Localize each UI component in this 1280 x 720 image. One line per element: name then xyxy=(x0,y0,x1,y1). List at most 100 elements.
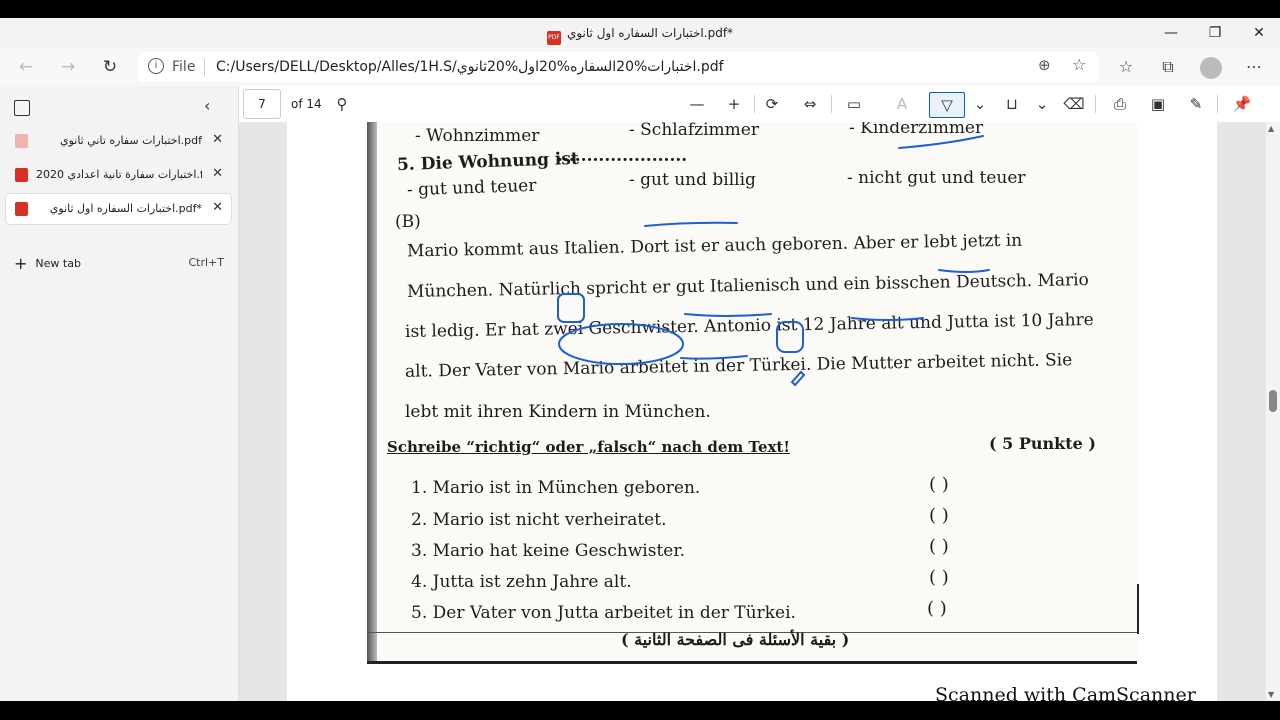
paragraph-line: ist ledig. Er hat zwei Geschwister. Anto… xyxy=(404,309,1094,343)
option-text: - Schlafzimmer xyxy=(629,122,759,140)
eraser-icon[interactable]: ⌫ xyxy=(1061,92,1087,116)
scroll-down-arrow[interactable]: ▼ xyxy=(1268,690,1274,699)
add-favorite-icon[interactable]: ☆ xyxy=(1072,55,1086,74)
section-label: (B) xyxy=(395,212,421,232)
draw-tool-icon[interactable]: ▽ xyxy=(929,92,965,118)
back-button[interactable]: ← xyxy=(12,56,40,78)
answer-blank: ( ) xyxy=(929,567,949,588)
pdf-toolbar: 7 of 14 ⚲ — + ⟳ ⇔ ▭ A ▽ ⌄ ⊔ ⌄ ⌫ ⎙ ▣ ✎ 📌 xyxy=(239,86,1280,123)
question-item: 4. Jutta ist zehn Jahre alt. xyxy=(411,572,632,592)
collapse-pane-icon[interactable]: ‹ xyxy=(204,96,210,115)
address-bar-row: ← → ↻ i File C:/Users/DELL/Desktop/Alles… xyxy=(0,48,1280,86)
close-tab-icon[interactable]: ✕ xyxy=(212,132,223,147)
tab-label: اختبارات سفارة تانية اعدادي 2020.f* xyxy=(36,168,202,181)
divider xyxy=(1217,95,1218,113)
option-text: - gut und teuer xyxy=(406,175,537,201)
pdf-file-icon xyxy=(15,168,28,182)
pdf-file-icon: PDF xyxy=(546,31,561,45)
restore-button[interactable]: ❐ xyxy=(1192,22,1238,44)
question-item: 1. Mario ist in München geboren. xyxy=(411,478,701,498)
plus-icon: + xyxy=(14,254,28,273)
tab-label: اختبارات السفاره اول ثانوي.pdf* xyxy=(49,202,202,215)
question-item: 2. Mario ist nicht verheiratet. xyxy=(411,510,667,530)
answer-blank: ( ) xyxy=(929,474,949,495)
answer-blank: ( ) xyxy=(927,598,947,619)
scrollbar-thumb[interactable] xyxy=(1269,390,1277,412)
highlight-tool-icon[interactable]: ⊔ xyxy=(999,92,1025,116)
border-line xyxy=(367,661,1137,664)
page-number-input[interactable]: 7 xyxy=(243,89,281,119)
divider xyxy=(831,95,832,113)
fit-width-icon[interactable]: ⇔ xyxy=(797,92,823,116)
paragraph-line: lebt mit ihren Kindern in München. xyxy=(405,402,711,422)
minimize-button[interactable]: — xyxy=(1148,22,1194,44)
more-menu-icon[interactable]: ⋯ xyxy=(1240,55,1268,79)
zoom-in-icon[interactable]: + xyxy=(721,92,747,116)
new-tab-label: New tab xyxy=(35,257,81,270)
file-scheme-label: File xyxy=(172,59,196,75)
divider xyxy=(204,59,205,76)
page-count: of 14 xyxy=(291,97,322,111)
paragraph-line: München. Natürlich spricht er gut Italie… xyxy=(406,270,1090,302)
paragraph-line: alt. Der Vater von Mario arbeitet in der… xyxy=(404,350,1073,382)
divider xyxy=(1095,95,1096,113)
question-item: 5. Der Vater von Jutta arbeitet in der T… xyxy=(411,603,796,623)
question-label: 5. Die Wohnung ist xyxy=(396,148,580,176)
window-title-text: اختبارات السفاره اول ثانوي.pdf* xyxy=(566,26,734,40)
pin-toolbar-icon[interactable]: 📌 xyxy=(1229,92,1255,116)
vertical-scrollbar[interactable]: ▲ ▼ xyxy=(1266,122,1280,701)
answer-blank: ( ) xyxy=(929,536,949,557)
tab-item[interactable]: اختبارات سفارة تانية اعدادي 2020.f* ✕ xyxy=(6,160,231,190)
collections-icon[interactable]: ⧉ xyxy=(1154,55,1182,79)
pdf-page: - Wohnzimmer - Schlafzimmer - Kinderzimm… xyxy=(287,122,1217,701)
answer-blank: ( ) xyxy=(929,505,949,526)
vertical-tabs-sidebar: ‹ اختبارات سفاره تاني ثانوي.pdf ✕ اختبار… xyxy=(0,86,239,701)
option-text: - gut und billig xyxy=(629,170,756,190)
highlight-options-chevron-icon[interactable]: ⌄ xyxy=(1029,92,1055,116)
task-points: ( 5 Punkte ) xyxy=(989,434,1096,453)
favorites-icon[interactable]: ☆ xyxy=(1112,55,1140,79)
forward-button[interactable]: → xyxy=(54,56,82,78)
pdf-file-icon xyxy=(15,134,28,148)
border-line xyxy=(1137,584,1139,634)
new-tab-button[interactable]: + New tab Ctrl+T xyxy=(14,254,224,273)
tab-item[interactable]: اختبارات سفاره تاني ثانوي.pdf ✕ xyxy=(6,126,231,156)
address-bar[interactable]: i File C:/Users/DELL/Desktop/Alles/1H.S/… xyxy=(138,52,1098,82)
option-text: - Wohnzimmer xyxy=(415,126,540,146)
read-aloud-icon[interactable]: A xyxy=(889,92,915,116)
profile-avatar[interactable] xyxy=(1200,57,1222,79)
close-tab-icon[interactable]: ✕ xyxy=(212,166,223,181)
rotate-icon[interactable]: ⟳ xyxy=(759,92,785,116)
close-window-button[interactable]: ✕ xyxy=(1236,22,1280,44)
search-icon[interactable]: ⚲ xyxy=(329,92,355,116)
task-heading: Schreibe “richtig“ oder „falsch“ nach de… xyxy=(387,438,790,456)
save-as-icon[interactable]: ✎ xyxy=(1183,92,1209,116)
new-tab-shortcut: Ctrl+T xyxy=(188,256,224,269)
scroll-up-arrow[interactable]: ▲ xyxy=(1268,124,1274,133)
print-icon[interactable]: ⎙ xyxy=(1107,92,1133,116)
zoom-icon[interactable]: ⊕ xyxy=(1038,56,1051,74)
zoom-out-icon[interactable]: — xyxy=(684,92,710,116)
save-icon[interactable]: ▣ xyxy=(1145,92,1171,116)
tab-item-active[interactable]: اختبارات السفاره اول ثانوي.pdf* ✕ xyxy=(6,194,231,224)
scanned-sheet: - Wohnzimmer - Schlafzimmer - Kinderzimm… xyxy=(367,122,1139,664)
tab-label: اختبارات سفاره تاني ثانوي.pdf xyxy=(59,134,202,147)
pdf-file-icon xyxy=(15,202,28,216)
option-text: - Kinderzimmer xyxy=(849,122,984,138)
question-item: 3. Mario hat keine Geschwister. xyxy=(411,541,686,561)
info-icon[interactable]: i xyxy=(148,58,164,74)
draw-options-chevron-icon[interactable]: ⌄ xyxy=(967,92,993,116)
close-tab-icon[interactable]: ✕ xyxy=(212,200,223,215)
browser-window: PDF اختبارات السفاره اول ثانوي.pdf* — ❐ ✕… xyxy=(0,18,1280,701)
url-text[interactable]: C:/Users/DELL/Desktop/Alles/1H.S/اختبارا… xyxy=(216,59,724,75)
tab-actions-icon[interactable] xyxy=(14,100,30,116)
refresh-button[interactable]: ↻ xyxy=(96,56,124,78)
page-view-icon[interactable]: ▭ xyxy=(841,92,867,116)
scanner-watermark: Scanned with CamScanner xyxy=(935,684,1196,701)
scan-edge-shadow xyxy=(367,122,377,664)
footer-note: ( بقية الأسئلة فى الصفحة الثانية ) xyxy=(621,630,850,649)
paragraph-line: Mario kommt aus Italien. Dort ist er auc… xyxy=(406,230,1023,262)
window-title: PDF اختبارات السفاره اول ثانوي.pdf* xyxy=(0,26,1280,45)
divider xyxy=(754,95,755,113)
pdf-viewer[interactable]: - Wohnzimmer - Schlafzimmer - Kinderzimm… xyxy=(239,122,1280,701)
